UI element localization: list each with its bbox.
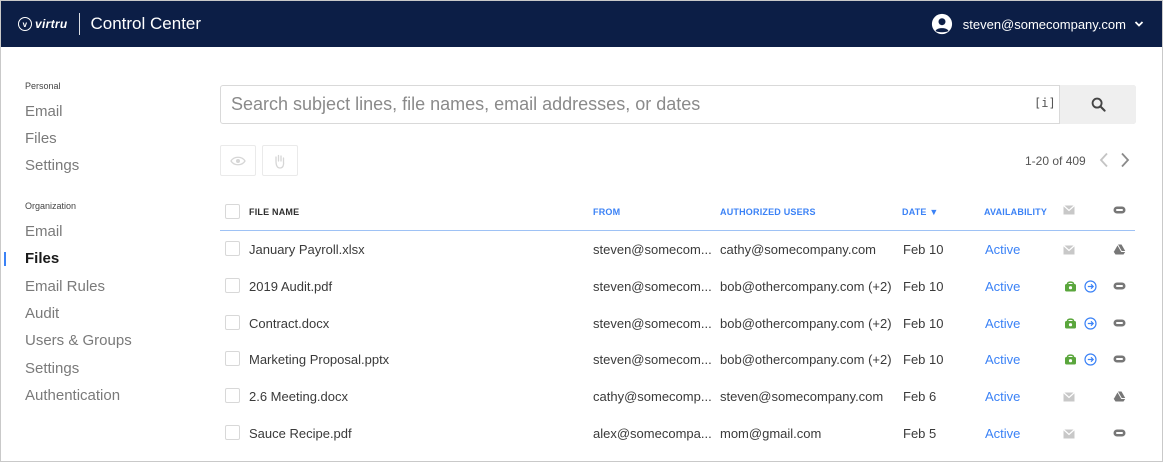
attachment-icon — [1112, 426, 1126, 440]
hand-icon — [275, 154, 285, 169]
column-header-envelope-icon[interactable] — [1062, 203, 1076, 217]
watermark-icon[interactable] — [1063, 279, 1077, 293]
attachment-icon — [1112, 316, 1126, 330]
attachment-icon — [1112, 352, 1126, 366]
virtru-logo-text: virtru — [35, 17, 68, 31]
file-name-cell: Sauce Recipe.pdf — [249, 426, 352, 441]
row-checkbox[interactable] — [225, 388, 240, 403]
date-cell: Feb 10 — [903, 242, 944, 257]
file-name-cell: January Payroll.xlsx — [249, 242, 365, 257]
active-indicator — [4, 252, 6, 266]
sidebar: Personal Email Files Settings Organizati… — [1, 47, 201, 461]
authorized-users-cell: mom@gmail.com — [720, 426, 822, 441]
from-cell: alex@somecompa... — [593, 426, 712, 441]
column-header-date[interactable]: DATE ▼ — [902, 207, 938, 217]
select-all-checkbox[interactable] — [225, 204, 240, 219]
authorized-users-cell: bob@othercompany.com (+2) — [720, 279, 892, 294]
from-cell: steven@somecom... — [593, 242, 712, 257]
sidebar-item-audit[interactable]: Audit — [25, 305, 59, 322]
file-name-cell: Contract.docx — [249, 316, 330, 331]
user-avatar-icon — [931, 13, 952, 35]
date-cell: Feb 5 — [903, 426, 937, 441]
watermark-icon[interactable] — [1063, 352, 1077, 366]
column-header-from[interactable]: FROM — [593, 207, 620, 217]
from-cell: cathy@somecomp... — [593, 389, 712, 404]
sidebar-item-org-email[interactable]: Email — [25, 223, 63, 240]
file-name-cell: 2019 Audit.pdf — [249, 279, 333, 294]
date-cell: Feb 10 — [903, 316, 944, 331]
from-cell: steven@somecom... — [593, 279, 712, 294]
chevron-left-icon — [1099, 152, 1108, 168]
from-cell: steven@somecom... — [593, 316, 712, 331]
sidebar-item-users-groups[interactable]: Users & Groups — [25, 332, 132, 349]
column-header-attachment-icon[interactable] — [1112, 203, 1126, 217]
date-cell: Feb 10 — [903, 352, 944, 367]
search-help-hint[interactable]: [i] — [1034, 96, 1056, 110]
availability-cell[interactable]: Active — [985, 352, 1020, 367]
chevron-down-icon — [1134, 21, 1144, 27]
envelope-icon — [1062, 427, 1076, 441]
sidebar-item-personal-email[interactable]: Email — [25, 103, 63, 120]
sidebar-item-org-files[interactable]: Files — [25, 250, 59, 267]
view-button[interactable] — [220, 145, 256, 176]
file-name-cell: 2.6 Meeting.docx — [249, 389, 349, 404]
row-checkbox[interactable] — [225, 241, 240, 256]
column-header-authorized-users[interactable]: AUTHORIZED USERS — [720, 207, 816, 217]
search-button[interactable] — [1059, 85, 1136, 124]
forward-icon[interactable] — [1083, 352, 1097, 366]
prev-page-button[interactable] — [1097, 151, 1111, 169]
user-menu[interactable]: steven@somecompany.com — [931, 1, 1144, 47]
watermark-icon[interactable] — [1063, 316, 1077, 330]
brand[interactable]: v virtru Control Center — [18, 13, 201, 35]
user-email: steven@somecompany.com — [962, 16, 1126, 32]
date-cell: Feb 10 — [903, 279, 944, 294]
sidebar-item-org-settings[interactable]: Settings — [25, 360, 79, 377]
sidebar-item-personal-files[interactable]: Files — [25, 130, 57, 147]
attachment-icon — [1112, 279, 1126, 293]
revoke-button[interactable] — [262, 145, 298, 176]
sidebar-section-organization: Organization — [25, 201, 77, 211]
availability-cell[interactable]: Active — [985, 279, 1020, 294]
drive-icon — [1112, 389, 1126, 403]
column-header-file-name[interactable]: FILE NAME — [249, 207, 299, 217]
envelope-icon — [1062, 390, 1076, 404]
brand-divider — [79, 13, 81, 35]
forward-icon[interactable] — [1083, 316, 1097, 330]
row-checkbox[interactable] — [225, 425, 240, 440]
authorized-users-cell: cathy@somecompany.com — [720, 242, 877, 257]
app-title: Control Center — [90, 14, 202, 33]
row-checkbox[interactable] — [225, 278, 240, 293]
availability-cell[interactable]: Active — [985, 389, 1020, 404]
row-checkbox[interactable] — [225, 315, 240, 330]
drive-icon — [1112, 242, 1126, 256]
next-page-button[interactable] — [1118, 151, 1132, 169]
top-bar: v virtru Control Center steven@somecompan… — [1, 1, 1162, 47]
availability-cell[interactable]: Active — [985, 242, 1020, 257]
eye-icon — [230, 156, 246, 165]
authorized-users-cell: bob@othercompany.com (+2) — [720, 352, 892, 367]
chevron-right-icon — [1121, 152, 1130, 168]
row-checkbox[interactable] — [225, 351, 240, 366]
from-cell: steven@somecom... — [593, 352, 712, 367]
sidebar-section-personal: Personal — [25, 81, 61, 91]
date-cell: Feb 6 — [903, 389, 937, 404]
table-header-divider — [220, 230, 1135, 231]
forward-icon[interactable] — [1083, 279, 1097, 293]
app-window: v virtru Control Center steven@somecompan… — [0, 0, 1163, 462]
authorized-users-cell: steven@somecompany.com — [720, 389, 884, 404]
availability-cell[interactable]: Active — [985, 426, 1020, 441]
availability-cell[interactable]: Active — [985, 316, 1020, 331]
envelope-icon — [1062, 243, 1076, 257]
virtru-logo: v virtru — [18, 17, 67, 31]
column-header-availability[interactable]: AVAILABILITY — [984, 207, 1047, 217]
search-input[interactable] — [221, 86, 1051, 123]
search-bar: [i] — [220, 85, 1136, 124]
sidebar-item-personal-settings[interactable]: Settings — [25, 157, 79, 174]
file-name-cell: Marketing Proposal.pptx — [249, 352, 390, 367]
sidebar-item-email-rules[interactable]: Email Rules — [25, 278, 105, 295]
pagination-count: 1-20 of 409 — [1025, 154, 1086, 168]
sidebar-item-authentication[interactable]: Authentication — [25, 387, 120, 404]
authorized-users-cell: bob@othercompany.com (+2) — [720, 316, 892, 331]
search-icon — [1091, 97, 1106, 112]
